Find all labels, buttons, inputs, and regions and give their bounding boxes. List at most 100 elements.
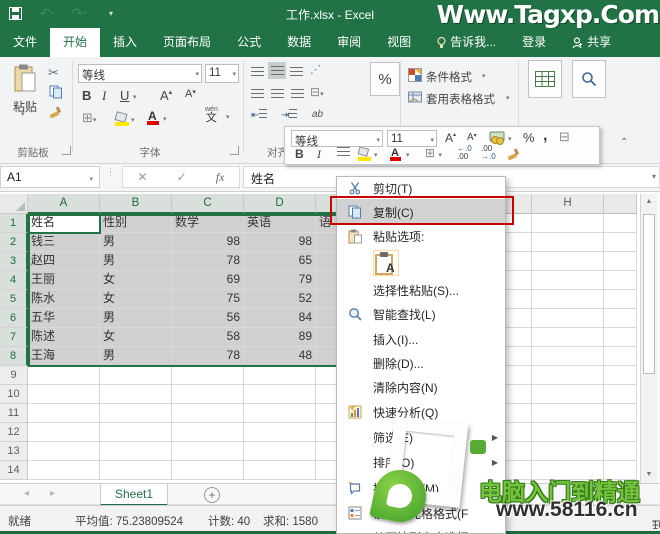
- cell[interactable]: [604, 214, 637, 233]
- orientation-icon[interactable]: ⋰: [310, 63, 321, 76]
- mini-italic-button[interactable]: I: [317, 147, 321, 162]
- cell[interactable]: 78: [172, 347, 244, 366]
- paste-icon[interactable]: [12, 64, 38, 94]
- row-header-1[interactable]: 1: [0, 214, 28, 233]
- bold-button[interactable]: B: [82, 88, 91, 103]
- mini-shrink-font-button[interactable]: A▾: [467, 132, 477, 143]
- format-as-table-icon[interactable]: [408, 90, 422, 104]
- fill-color-icon[interactable]: ▾: [114, 111, 136, 126]
- chevron-down-icon[interactable]: ▾: [376, 136, 380, 144]
- cell[interactable]: [532, 442, 604, 461]
- menu-item-删除(D)...[interactable]: 删除(D)...: [337, 351, 505, 375]
- cell[interactable]: [100, 423, 172, 442]
- menu-item-智能查找(L)[interactable]: 智能查找(L): [337, 301, 505, 327]
- cell[interactable]: [172, 385, 244, 404]
- underline-dropdown-icon[interactable]: ▾: [133, 93, 137, 101]
- row-header-13[interactable]: 13: [0, 442, 28, 461]
- formula-bar-splitter[interactable]: ⋮: [106, 168, 115, 177]
- row-header-11[interactable]: 11: [0, 404, 28, 423]
- cell[interactable]: 56: [172, 309, 244, 328]
- merge-center-icon[interactable]: ⊟▾: [310, 85, 324, 99]
- increase-indent-icon[interactable]: ⇥: [281, 109, 298, 121]
- formula-bar-expand-icon[interactable]: ▾: [652, 172, 656, 181]
- mini-merge-icon[interactable]: ⊟: [559, 129, 570, 145]
- cell[interactable]: [172, 442, 244, 461]
- row-header-9[interactable]: 9: [0, 366, 28, 385]
- italic-button[interactable]: I: [102, 88, 106, 104]
- cell[interactable]: [604, 366, 637, 385]
- tab-7[interactable]: 视图: [374, 28, 424, 57]
- cell[interactable]: [604, 290, 637, 309]
- mini-comma-button[interactable]: ,: [543, 127, 547, 145]
- cell[interactable]: 52: [244, 290, 316, 309]
- cell[interactable]: [28, 461, 100, 480]
- cell[interactable]: 男: [100, 347, 172, 366]
- cell[interactable]: [244, 461, 316, 480]
- column-header-partial[interactable]: [604, 194, 637, 214]
- row-header-5[interactable]: 5: [0, 290, 28, 309]
- cell[interactable]: [604, 271, 637, 290]
- tab-0[interactable]: 文件: [0, 28, 50, 57]
- cell[interactable]: 女: [100, 271, 172, 290]
- cell[interactable]: 赵四: [28, 252, 100, 271]
- decrease-indent-icon[interactable]: ⇤: [251, 109, 268, 121]
- clipboard-dialog-launcher[interactable]: [62, 146, 71, 155]
- phonetic-dropdown-icon[interactable]: ▾: [226, 113, 230, 121]
- mini-grow-font-button[interactable]: A▴: [445, 131, 456, 145]
- cell[interactable]: [100, 461, 172, 480]
- tab-8[interactable]: 告诉我...: [424, 28, 509, 57]
- text-direction-icon[interactable]: ab: [312, 109, 323, 120]
- cell[interactable]: [244, 442, 316, 461]
- mini-align-center-icon[interactable]: [337, 147, 350, 159]
- cell[interactable]: 女: [100, 290, 172, 309]
- cell[interactable]: [244, 385, 316, 404]
- sheet-tab-sheet1[interactable]: Sheet1: [100, 484, 168, 506]
- cell[interactable]: [604, 309, 637, 328]
- cell[interactable]: 姓名: [28, 214, 100, 233]
- cancel-icon[interactable]: ✕: [138, 170, 148, 184]
- cell[interactable]: [244, 423, 316, 442]
- mini-format-painter-icon[interactable]: [507, 147, 521, 161]
- scroll-up-icon[interactable]: ▲: [641, 194, 657, 210]
- cell[interactable]: [244, 366, 316, 385]
- menu-item-paste-option[interactable]: A: [337, 247, 505, 279]
- cell[interactable]: 65: [244, 252, 316, 271]
- cell[interactable]: 75: [172, 290, 244, 309]
- cell[interactable]: 98: [244, 233, 316, 252]
- cell[interactable]: [604, 328, 637, 347]
- cell[interactable]: [532, 214, 604, 233]
- cell[interactable]: [532, 404, 604, 423]
- font-size-combo[interactable]: 11 ▾: [205, 64, 239, 83]
- paste-button[interactable]: 粘贴: [8, 98, 42, 115]
- align-center-icon[interactable]: [271, 87, 284, 101]
- row-header-7[interactable]: 7: [0, 328, 28, 347]
- tab-6[interactable]: 审阅: [324, 28, 374, 57]
- row-header-4[interactable]: 4: [0, 271, 28, 290]
- cell[interactable]: [532, 347, 604, 366]
- cell[interactable]: 陈述: [28, 328, 100, 347]
- cell[interactable]: [532, 423, 604, 442]
- cell[interactable]: 78: [172, 252, 244, 271]
- column-header-A[interactable]: A: [28, 194, 100, 214]
- search-button[interactable]: [572, 60, 606, 98]
- cell[interactable]: 48: [244, 347, 316, 366]
- cell[interactable]: [172, 423, 244, 442]
- cell[interactable]: 钱三: [28, 233, 100, 252]
- borders-icon[interactable]: ⊞▾: [82, 110, 96, 126]
- tab-2[interactable]: 插入: [100, 28, 150, 57]
- sheet-prev-icon[interactable]: ◂: [24, 488, 29, 499]
- cell[interactable]: [100, 366, 172, 385]
- row-header-2[interactable]: 2: [0, 233, 28, 252]
- format-as-table-dropdown-icon[interactable]: ▾: [506, 94, 510, 102]
- chevron-down-icon[interactable]: ▾: [89, 175, 93, 183]
- cells-table-button[interactable]: [528, 60, 562, 98]
- name-box[interactable]: A1 ▾: [0, 166, 100, 188]
- row-header-6[interactable]: 6: [0, 309, 28, 328]
- row-header-14[interactable]: 14: [0, 461, 28, 480]
- cell[interactable]: 王海: [28, 347, 100, 366]
- mini-bold-button[interactable]: B: [295, 147, 304, 161]
- cell[interactable]: 数学: [172, 214, 244, 233]
- cell[interactable]: 男: [100, 252, 172, 271]
- cell[interactable]: [28, 366, 100, 385]
- mini-font-name-combo[interactable]: 等线 ▾: [291, 130, 383, 148]
